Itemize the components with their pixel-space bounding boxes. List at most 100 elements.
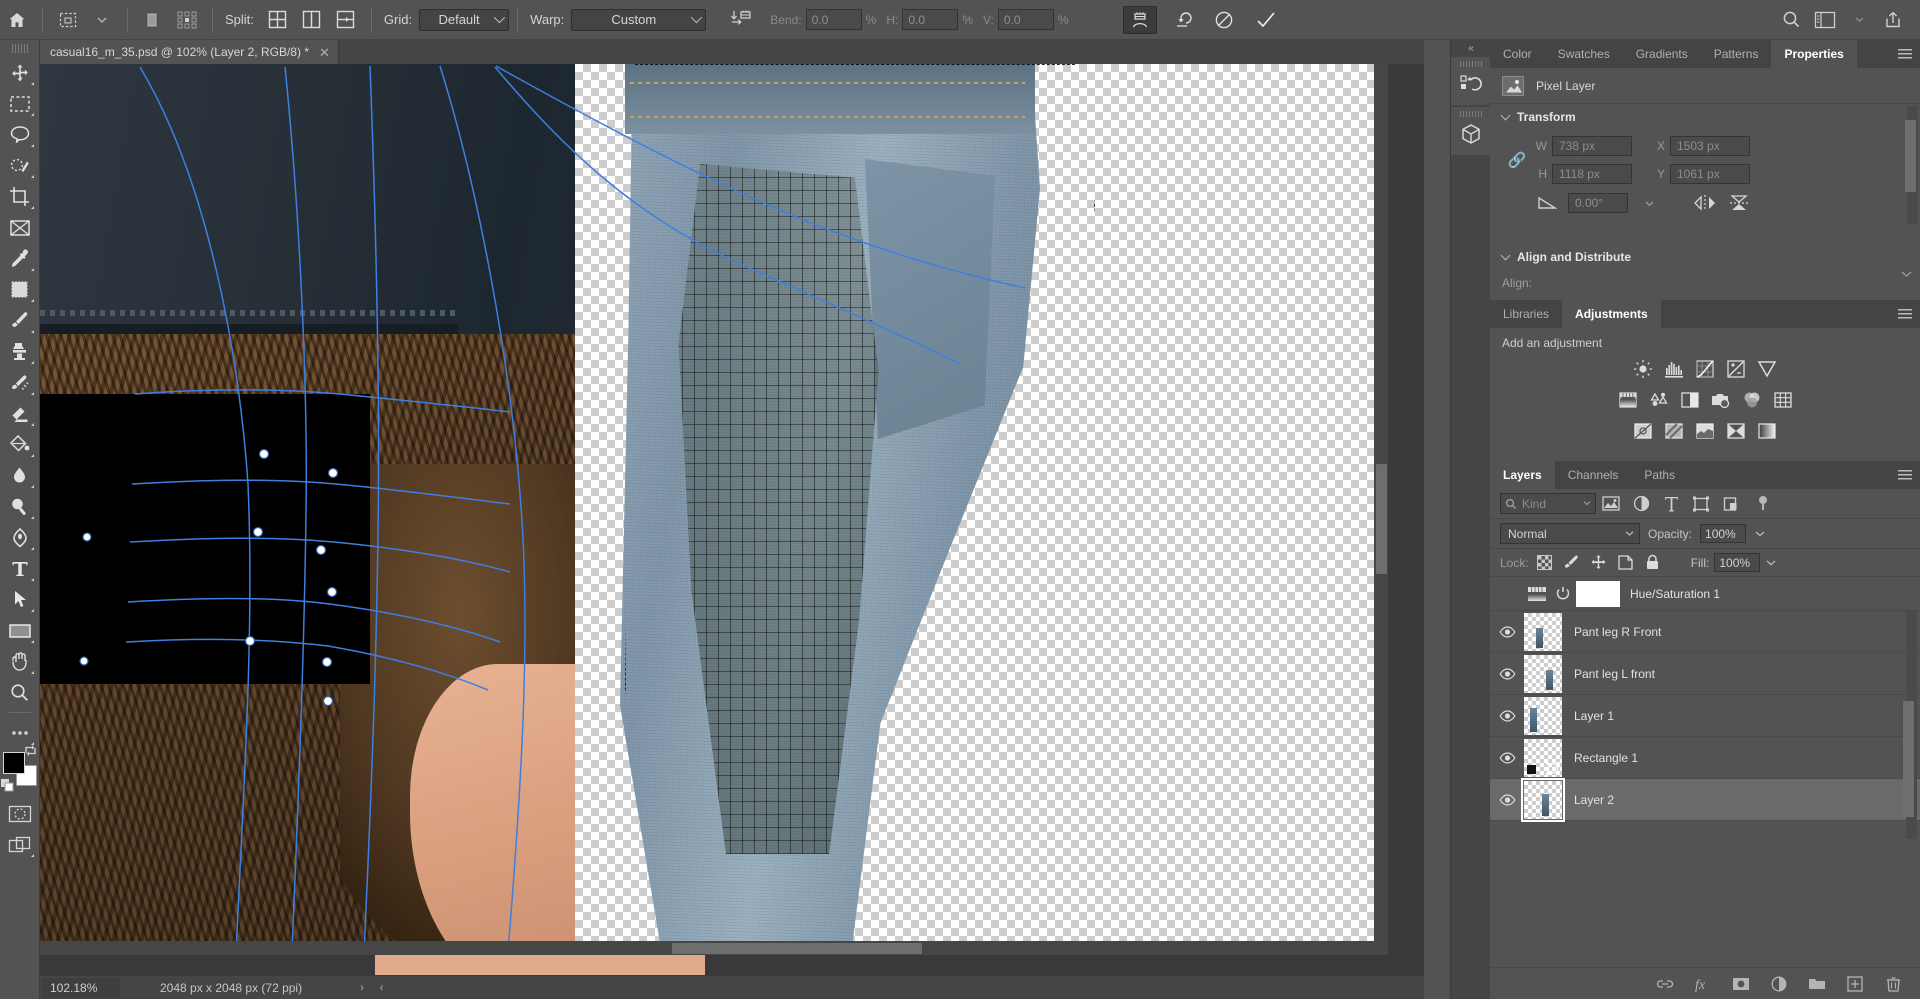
layer-thumbnail[interactable]: [1521, 777, 1565, 822]
lock-position-icon[interactable]: [1588, 553, 1610, 573]
layer-filter-kind-select[interactable]: Kind: [1500, 493, 1596, 514]
lock-nesting-icon[interactable]: [1615, 553, 1637, 573]
invert-icon[interactable]: [1632, 420, 1654, 442]
adjustment-filter-icon[interactable]: [1626, 491, 1656, 517]
curves-icon[interactable]: [1694, 358, 1716, 380]
tab-libraries[interactable]: Libraries: [1490, 300, 1563, 328]
fill-stepper-icon[interactable]: [1765, 559, 1777, 567]
vibrance-icon[interactable]: [1756, 358, 1778, 380]
exposure-icon[interactable]: [1725, 358, 1747, 380]
tab-paths[interactable]: Paths: [1631, 461, 1689, 489]
shape-filter-icon[interactable]: [1686, 491, 1716, 517]
height-input[interactable]: 1118 px: [1552, 164, 1632, 184]
document-tab[interactable]: casual16_m_35.psd @ 102% (Layer 2, RGB/8…: [40, 40, 339, 64]
warp-select[interactable]: Custom: [571, 8, 707, 31]
opacity-input[interactable]: 100%: [1700, 524, 1747, 543]
tab-gradients[interactable]: Gradients: [1622, 40, 1701, 68]
smart-object-filter-icon[interactable]: [1716, 491, 1746, 517]
bend-input[interactable]: 0.0: [805, 9, 862, 30]
spot-healing-brush-tool[interactable]: [3, 274, 37, 305]
clone-stamp-tool[interactable]: [3, 336, 37, 367]
canvas-horizontal-scroll-thumb[interactable]: [672, 943, 922, 954]
workspace-chevron-icon[interactable]: [1842, 6, 1876, 34]
table-row[interactable]: Rectangle 1: [1490, 737, 1920, 779]
lock-image-icon[interactable]: [1561, 553, 1583, 573]
move-tool[interactable]: [3, 57, 37, 88]
link-dimensions-icon[interactable]: 🔗: [1500, 151, 1534, 169]
warp-preset-chevron-icon[interactable]: [85, 6, 119, 34]
layer-mask-thumbnail[interactable]: [1576, 580, 1620, 607]
h-input[interactable]: 0.0: [902, 9, 959, 30]
new-group-icon[interactable]: [1808, 975, 1826, 993]
layer-visibility-toggle[interactable]: [1490, 625, 1524, 638]
crop-tool[interactable]: [3, 181, 37, 212]
warp-tool-icon[interactable]: [51, 6, 85, 34]
eraser-tool[interactable]: [3, 398, 37, 429]
share-icon[interactable]: [1876, 6, 1910, 34]
screen-mode-icon[interactable]: [3, 829, 37, 860]
threshold-icon[interactable]: [1694, 420, 1716, 442]
selective-color-icon[interactable]: [1725, 420, 1747, 442]
quick-mask-icon[interactable]: [3, 798, 37, 829]
history-brush-tool[interactable]: [3, 367, 37, 398]
filter-toggle-icon[interactable]: [1748, 491, 1778, 517]
tab-channels[interactable]: Channels: [1554, 461, 1632, 489]
split-vertical-button[interactable]: [295, 6, 329, 34]
y-input[interactable]: 1061 px: [1670, 164, 1750, 184]
frame-tool[interactable]: [3, 212, 37, 243]
lock-all-icon[interactable]: [1642, 553, 1664, 573]
lasso-tool[interactable]: [3, 119, 37, 150]
split-horizontal-button[interactable]: [329, 6, 363, 34]
photo-filter-icon[interactable]: [1710, 389, 1732, 411]
brightness-contrast-icon[interactable]: [1632, 358, 1654, 380]
type-filter-icon[interactable]: [1656, 491, 1686, 517]
pixel-filter-icon[interactable]: [1596, 491, 1626, 517]
layers-scrollbar[interactable]: [1903, 611, 1917, 839]
layer-style-fx-icon[interactable]: fx: [1694, 975, 1712, 993]
delete-layer-icon[interactable]: [1884, 975, 1902, 993]
add-mask-icon[interactable]: [1732, 975, 1750, 993]
status-expand-icon[interactable]: ›: [360, 982, 364, 994]
properties-scroll-thumb[interactable]: [1905, 120, 1916, 192]
canvas-vertical-scrollbar[interactable]: [1374, 64, 1388, 955]
gradient-map-icon[interactable]: [1756, 420, 1778, 442]
default-colors-icon[interactable]: [0, 779, 14, 792]
color-swatches[interactable]: [0, 745, 37, 792]
status-collapse-icon[interactable]: ‹: [380, 982, 384, 994]
x-input[interactable]: 1503 px: [1670, 136, 1750, 156]
cancel-transform-button[interactable]: [1207, 6, 1241, 34]
panel-menu-icon[interactable]: [1898, 49, 1912, 60]
layer-mask-link-icon[interactable]: [1550, 586, 1576, 601]
opacity-stepper-icon[interactable]: [1754, 530, 1766, 538]
history-panel-icon[interactable]: [1451, 57, 1491, 105]
tab-patterns[interactable]: Patterns: [1700, 40, 1772, 68]
link-layers-icon[interactable]: [1656, 975, 1674, 993]
path-selection-tool[interactable]: [3, 584, 37, 615]
toggle-warp-preview-button[interactable]: [1122, 5, 1157, 34]
flip-horizontal-button[interactable]: [1692, 192, 1718, 214]
v-input[interactable]: 0.0: [997, 9, 1054, 30]
table-row[interactable]: Layer 2: [1490, 777, 1920, 822]
layer-thumbnail[interactable]: [1524, 738, 1562, 777]
tab-adjustments[interactable]: Adjustments: [1562, 300, 1661, 328]
layer-visibility-toggle[interactable]: [1490, 793, 1524, 806]
transform-header[interactable]: Transform: [1490, 104, 1920, 130]
fill-input[interactable]: 100%: [1714, 553, 1761, 572]
tab-color[interactable]: Color: [1490, 40, 1545, 68]
new-layer-icon[interactable]: [1846, 975, 1864, 993]
angle-input[interactable]: 0.00°: [1568, 193, 1628, 213]
zoom-tool[interactable]: [3, 677, 37, 708]
rectangle-tool[interactable]: [3, 615, 37, 646]
commit-transform-button[interactable]: [1249, 6, 1283, 34]
tools-panel-grip[interactable]: [11, 44, 28, 53]
3d-panel-icon[interactable]: [1451, 107, 1491, 155]
tab-swatches[interactable]: Swatches: [1544, 40, 1623, 68]
eyedropper-tool[interactable]: [3, 243, 37, 274]
panel-menu-icon[interactable]: [1898, 470, 1912, 481]
change-warp-orientation-button[interactable]: [724, 6, 758, 34]
list-item[interactable]: Hue/Saturation 1: [1490, 577, 1920, 611]
home-button[interactable]: [0, 6, 34, 34]
swap-colors-icon[interactable]: [24, 744, 37, 757]
warp-mode-single-icon[interactable]: [136, 6, 170, 34]
canvas-horizontal-scrollbar[interactable]: [40, 941, 1388, 955]
